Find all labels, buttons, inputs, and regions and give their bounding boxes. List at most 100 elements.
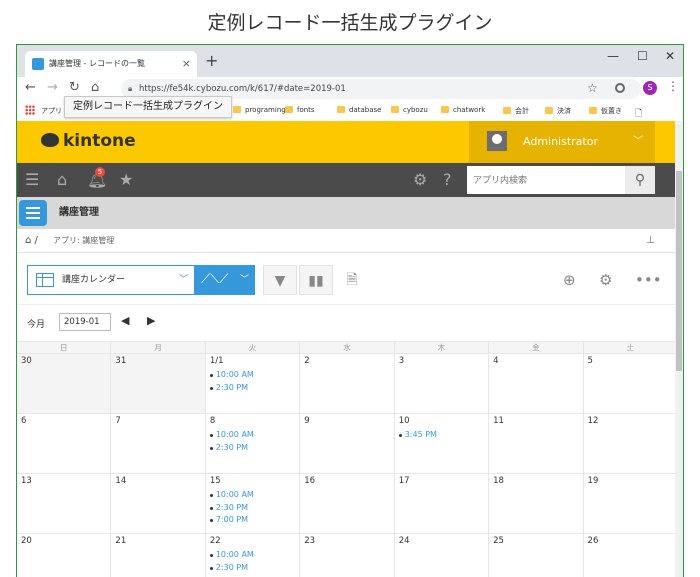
tab-close-icon[interactable]: × (182, 51, 191, 77)
line-graph-icon: ⟋⟍⟋ (201, 272, 229, 287)
calendar-event-link[interactable]: 10:00 AM (209, 549, 295, 562)
tab-title: 講座管理 - レコードの一覧 (49, 59, 145, 68)
apps-grid-icon[interactable] (25, 105, 35, 115)
bookmark-apps[interactable]: アプリ (41, 106, 62, 116)
calendar-event-link[interactable]: 2:30 PM (209, 442, 295, 455)
bar-chart-icon[interactable]: ▮▮ (299, 265, 333, 295)
calendar-day[interactable]: 18 (488, 474, 582, 533)
calendar-day[interactable]: 10 3:45 PM (393, 414, 488, 473)
calendar-event-link[interactable]: 2:30 PM (209, 382, 295, 395)
page-icon[interactable]: 🗋︎ (635, 106, 642, 122)
month-input[interactable]: 2019-01 (59, 313, 111, 331)
graph-menu-button[interactable]: ⟋⟍⟋ ﹀ (195, 265, 255, 295)
more-options-icon[interactable]: ••• (635, 271, 662, 289)
calendar-day[interactable]: 9 (299, 414, 393, 473)
back-icon[interactable]: ← (25, 80, 36, 95)
calendar-day[interactable]: 4 (488, 354, 582, 413)
calendar-day[interactable]: 26 (582, 534, 677, 577)
app-search-input[interactable] (467, 166, 625, 194)
profile-avatar[interactable]: S (643, 81, 657, 95)
breadcrumb-app[interactable]: アプリ: 講座管理 (53, 229, 114, 253)
calendar-event-link[interactable]: 3:45 PM (398, 429, 484, 442)
browser-tab[interactable]: 講座管理 - レコードの一覧 × (25, 51, 197, 77)
forward-icon[interactable]: → (47, 80, 58, 95)
user-menu[interactable]: Administrator ﹀ (469, 121, 655, 163)
calendar-event-link[interactable]: 7:00 PM (209, 514, 295, 527)
calendar-event-link[interactable]: 10:00 AM (209, 429, 295, 442)
next-month-icon[interactable]: ▶ (147, 314, 155, 327)
bookmark-item[interactable]: 会計 (503, 106, 529, 116)
calendar-day[interactable]: 21 (110, 534, 204, 577)
list-toolbar: 講座カレンダー ﹀ ⟋⟍⟋ ﹀ ▼ ▮▮ 🗎︎ ⊕ ⚙ ••• (17, 253, 683, 305)
calendar-day[interactable]: 23 (299, 534, 393, 577)
hamburger-menu-icon[interactable]: ☰ (25, 171, 39, 189)
calendar-event-link[interactable]: 10:00 AM (209, 369, 295, 382)
reload-icon[interactable]: ↻ (69, 80, 80, 95)
pin-icon[interactable]: ⊥ (646, 229, 655, 253)
kintone-nav: ☰ ⌂ 🔔︎ 5 ★ ⚙ ? ⚲ (17, 163, 683, 197)
calendar-day[interactable]: 6 (17, 414, 110, 473)
calendar-day[interactable]: 19 (582, 474, 677, 533)
calendar-event-link[interactable]: 10:00 AM (209, 489, 295, 502)
url-text: https://fe54k.cybozu.com/k/617/#date=201… (139, 84, 346, 94)
gear-icon[interactable]: ⚙ (413, 171, 427, 189)
window-close-icon[interactable]: ✕ (665, 49, 675, 63)
prev-month-icon[interactable]: ◀ (121, 314, 129, 327)
extension-icon[interactable] (615, 83, 625, 93)
record-export-icon[interactable]: 🗎︎ (335, 265, 369, 295)
bookmark-item[interactable]: 仮置き (589, 106, 622, 116)
calendar-day[interactable]: 22 10:00 AM 2:30 PM (204, 534, 299, 577)
search-icon[interactable]: ⚲ (625, 166, 655, 194)
maximize-icon[interactable]: ☐ (637, 49, 648, 63)
calendar-day[interactable]: 17 (393, 474, 488, 533)
bookmark-item[interactable]: programing (233, 106, 286, 114)
calendar-day[interactable]: 11 (488, 414, 582, 473)
home-browser-icon[interactable]: ⌂ (91, 80, 99, 95)
minimize-icon[interactable]: — (607, 49, 619, 63)
calendar-day[interactable]: 13 (17, 474, 110, 533)
bookmark-item[interactable]: database (337, 106, 381, 114)
calendar-day[interactable]: 12 (582, 414, 677, 473)
bookmark-item[interactable]: fonts (285, 106, 315, 114)
calendar-day[interactable]: 7 (110, 414, 204, 473)
calendar-day[interactable]: 15 10:00 AM 2:30 PM 7:00 PM (204, 474, 299, 533)
scrollbar[interactable] (675, 121, 683, 577)
chevron-down-icon: ﹀ (178, 275, 188, 285)
browser-menu-icon[interactable]: ⋮ (667, 79, 679, 93)
settings-gear-icon[interactable]: ⚙ (599, 271, 612, 289)
bookmark-item[interactable]: cybozu (391, 106, 428, 114)
home-icon[interactable]: ⌂ (57, 171, 67, 189)
calendar-day[interactable]: 16 (299, 474, 393, 533)
scrollbar-thumb[interactable] (676, 171, 682, 371)
calendar-day[interactable]: 3 (393, 354, 488, 413)
weekday-label: 木 (393, 342, 488, 353)
calendar-event-link[interactable]: 2:30 PM (209, 502, 295, 515)
chevron-down-icon: ﹀ (239, 275, 249, 285)
calendar-day[interactable]: 25 (488, 534, 582, 577)
new-tab-button[interactable]: + (205, 51, 218, 70)
bookmark-item[interactable]: 決済 (545, 106, 571, 116)
view-select[interactable]: 講座カレンダー ﹀ (27, 265, 195, 295)
filter-icon[interactable]: ▼ (263, 265, 297, 295)
breadcrumb-home-icon[interactable]: ⌂ / (25, 229, 38, 253)
calendar-day[interactable]: 31 (110, 354, 205, 413)
bookmark-star-icon[interactable]: ☆ (587, 81, 598, 95)
star-icon[interactable]: ★ (119, 171, 133, 189)
calendar-day[interactable]: 24 (393, 534, 488, 577)
kintone-header: kintone Administrator ﹀ (17, 121, 683, 163)
add-record-icon[interactable]: ⊕ (563, 271, 576, 289)
calendar-event-link[interactable]: 2:30 PM (209, 562, 295, 575)
breadcrumb: ⌂ / アプリ: 講座管理 ⊥ (17, 229, 683, 253)
app-list-icon[interactable] (19, 200, 47, 226)
calendar-day[interactable]: 8 10:00 AM 2:30 PM (204, 414, 299, 473)
calendar-day[interactable]: 20 (17, 534, 110, 577)
calendar-day[interactable]: 2 (299, 354, 393, 413)
calendar-day[interactable]: 5 (582, 354, 677, 413)
calendar-day[interactable]: 30 (17, 354, 111, 413)
kintone-logo[interactable]: kintone (41, 131, 136, 151)
calendar-day[interactable]: 14 (110, 474, 204, 533)
help-icon[interactable]: ? (443, 171, 452, 189)
this-month-button[interactable]: 今月 (27, 317, 45, 330)
bookmark-item[interactable]: chatwork (441, 106, 485, 114)
calendar-day[interactable]: 1/1 10:00 AM 2:30 PM (204, 354, 299, 413)
